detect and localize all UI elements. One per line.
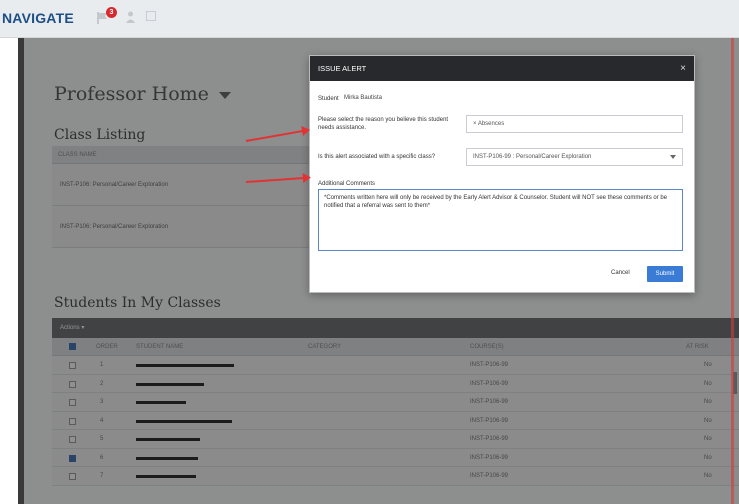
modal-title: ISSUE ALERT [318, 64, 367, 73]
issue-alert-modal: ISSUE ALERT × [309, 55, 695, 293]
modal-header: ISSUE ALERT × [310, 56, 694, 81]
student-name: Mirka Bautista [344, 95, 383, 101]
reason-tag[interactable]: × Absences [473, 121, 504, 127]
comments-label: Additional Comments [318, 181, 376, 187]
class-label: Is this alert associated with a specific… [318, 154, 436, 160]
comments-textarea[interactable]: *Comments written here will only be rece… [318, 189, 683, 251]
reason-label: Please select the reason you believe thi… [318, 117, 449, 131]
brand-logo[interactable]: NAVIGATE [2, 10, 74, 26]
notification-badge: 3 [106, 7, 117, 18]
class-select-value: INST-P106-99 : Personal/Career Explorati… [473, 154, 592, 160]
class-select[interactable]: INST-P106-99 : Personal/Career Explorati… [466, 148, 683, 166]
student-label: Student [318, 96, 339, 102]
window-icon[interactable] [146, 11, 156, 21]
top-navbar: NAVIGATE 3 [0, 0, 739, 38]
submit-button[interactable]: Submit [647, 266, 683, 282]
user-icon[interactable] [126, 11, 135, 23]
close-icon[interactable]: × [680, 56, 686, 81]
cancel-button[interactable]: Cancel [611, 270, 630, 276]
comments-text: *Comments written here will only be rece… [324, 195, 668, 209]
reason-select[interactable]: × Absences [466, 115, 683, 133]
red-edge-marker [731, 38, 734, 504]
chevron-down-icon [670, 155, 676, 159]
